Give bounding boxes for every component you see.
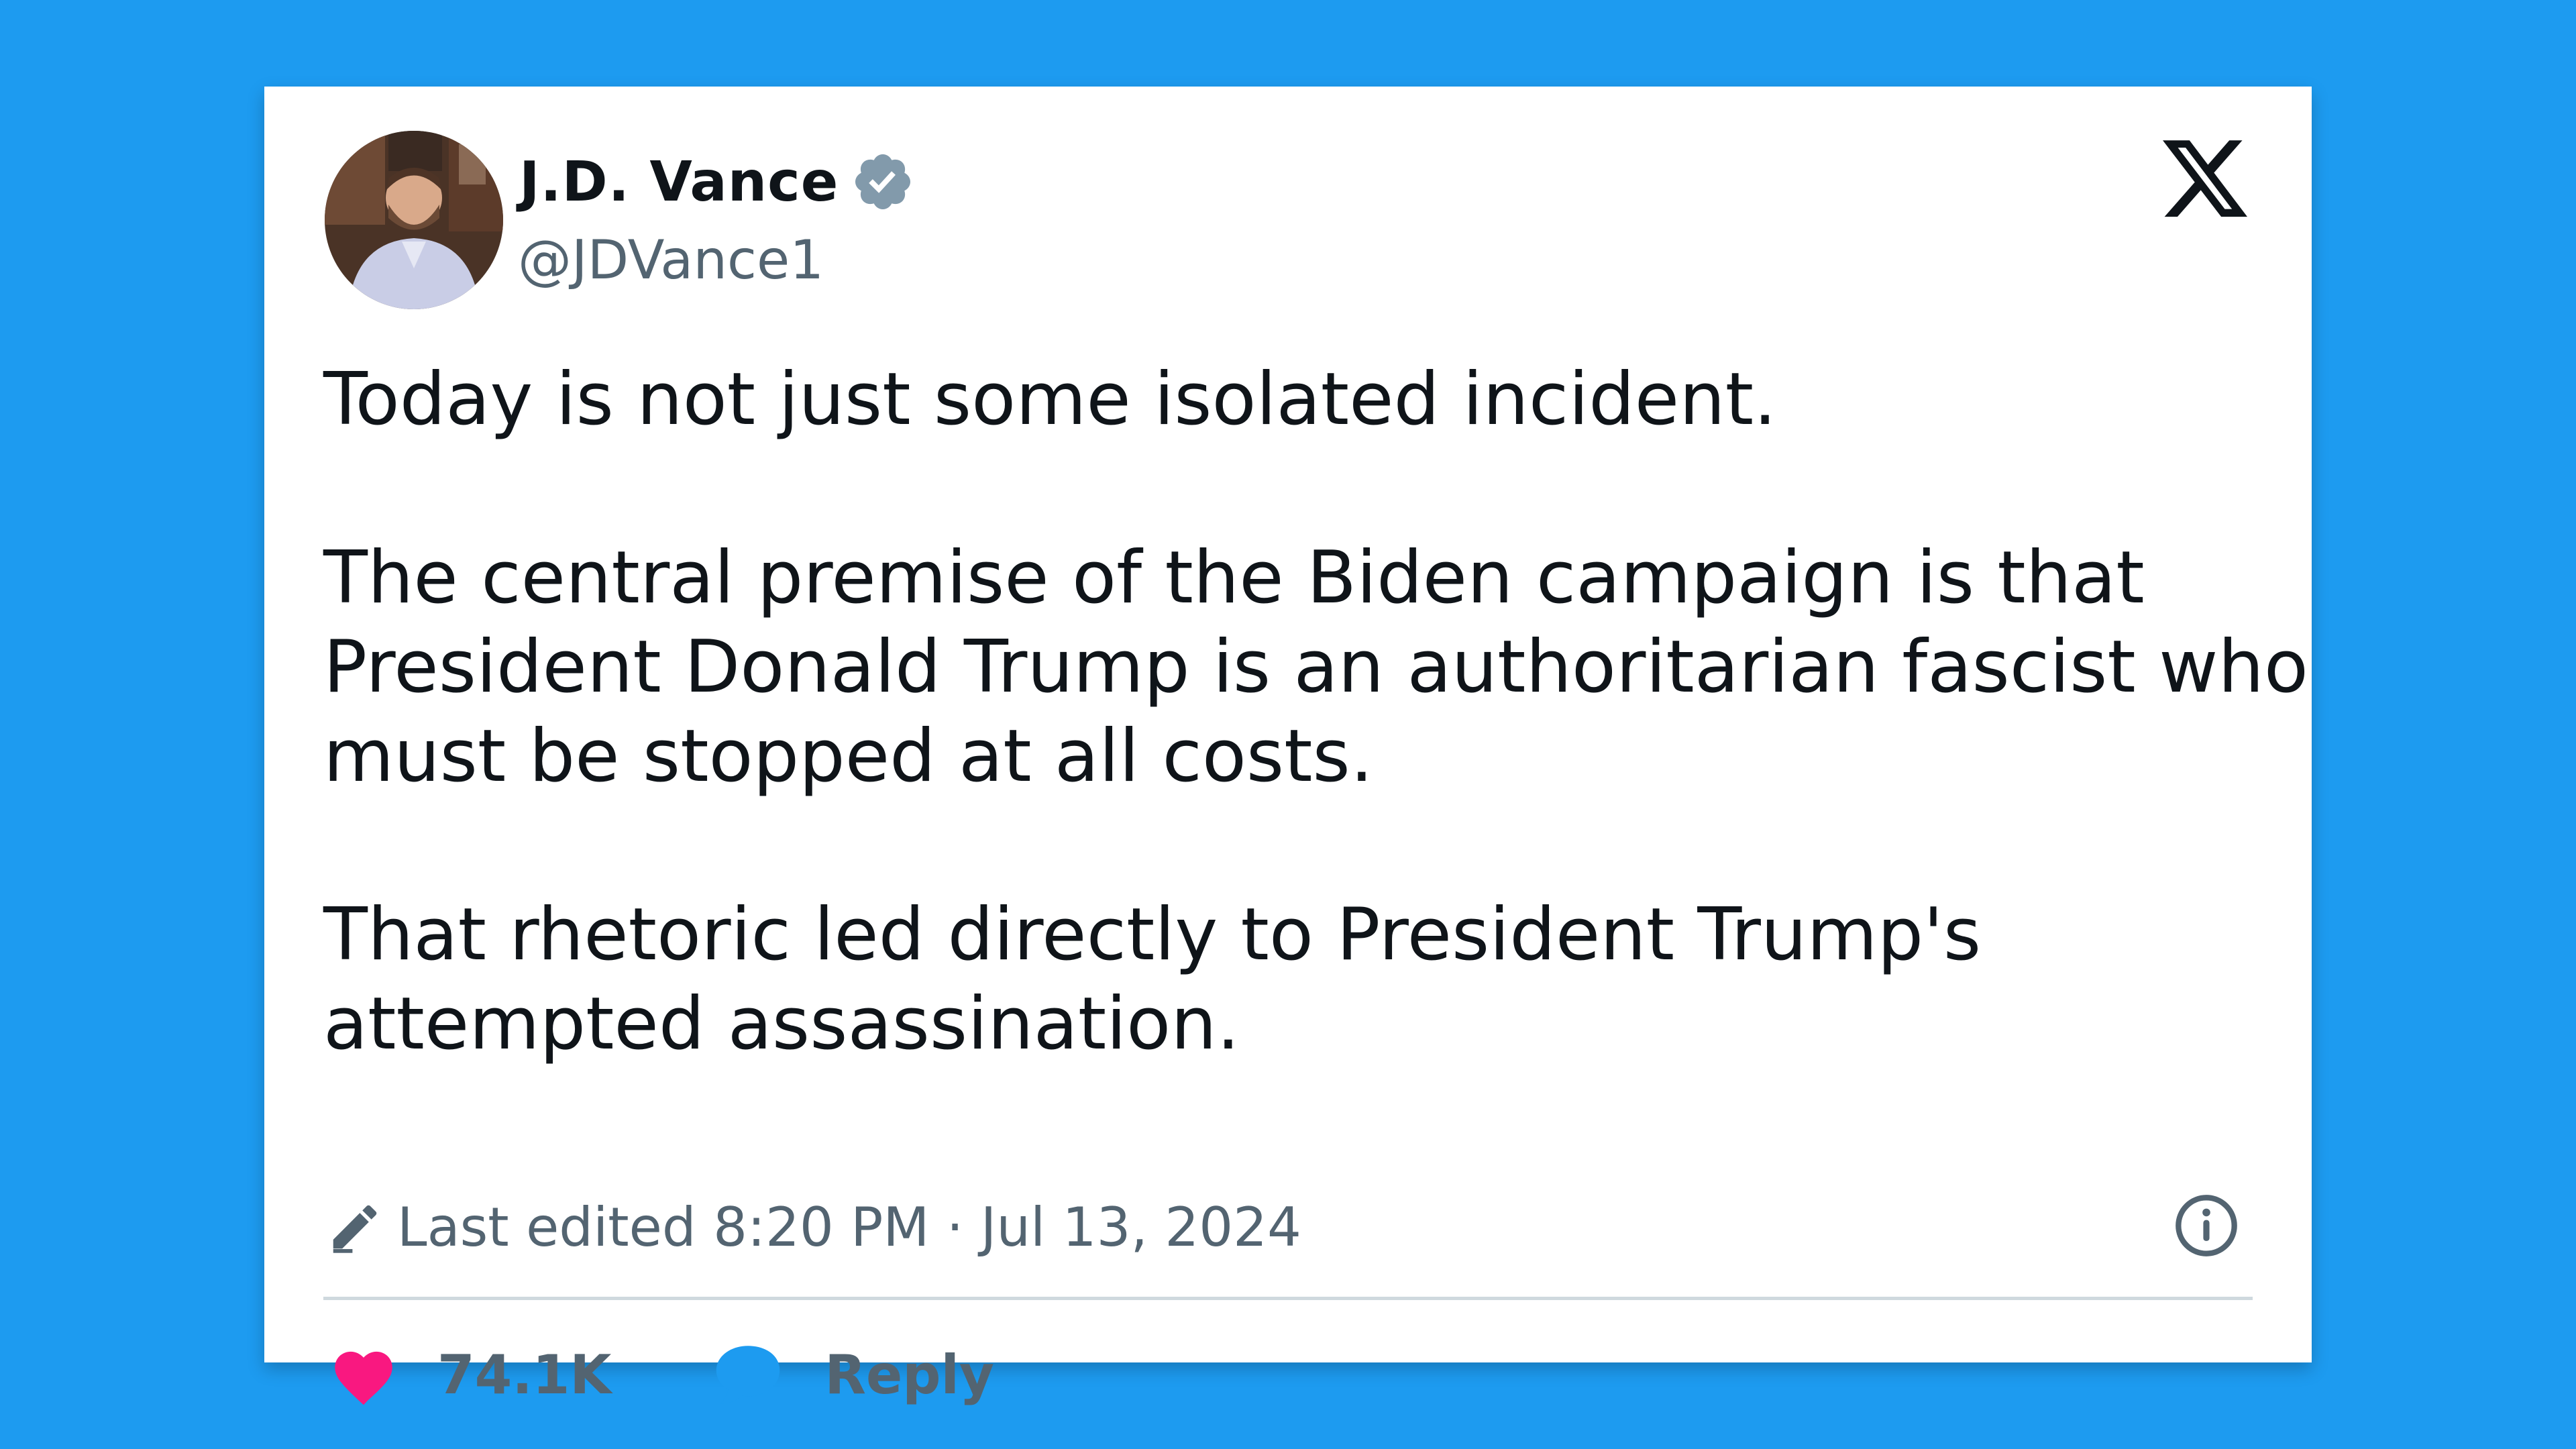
tweet-paragraph: Today is not just some isolated incident…	[323, 355, 2282, 444]
tweet-text: Today is not just some isolated incident…	[323, 355, 2308, 1069]
tweet-paragraph: That rhetoric led directly to President …	[323, 890, 2282, 1069]
tweet-line: The central premise of the Biden campaig…	[323, 536, 2145, 620]
tweet-paragraph: The central premise of the Biden campaig…	[323, 533, 2308, 801]
tweet-line: Today is not just some isolated incident…	[323, 358, 1777, 441]
like-count[interactable]: 74.1K	[437, 1344, 611, 1406]
tweet-line: attempted assassination.	[323, 982, 1240, 1066]
edited-timestamp[interactable]: Last edited 8:20 PM · Jul 13, 2024	[397, 1196, 1301, 1258]
reply-button[interactable]: Reply	[712, 1341, 994, 1408]
author-handle[interactable]: @JDVance1	[518, 229, 824, 291]
author-name[interactable]: J.D. Vance	[519, 150, 839, 214]
tweet-line: must be stopped at all costs.	[323, 714, 1374, 798]
tweet-card: J.D. Vance @JDVance1 Today is not just s…	[264, 87, 2312, 1406]
verified-badge-icon	[851, 150, 915, 214]
heart-icon[interactable]	[329, 1343, 398, 1406]
edited-timestamp-row[interactable]: Last edited 8:20 PM · Jul 13, 2024	[326, 1187, 1301, 1267]
speech-bubble-icon	[712, 1341, 784, 1408]
reply-label[interactable]: Reply	[824, 1344, 994, 1406]
tweet-line: That rhetoric led directly to President …	[323, 893, 1982, 977]
pencil-icon	[326, 1198, 384, 1256]
author-name-row: J.D. Vance	[519, 142, 915, 222]
avatar[interactable]	[325, 131, 503, 309]
divider	[323, 1297, 2253, 1300]
action-bar: 74.1K Reply	[329, 1334, 994, 1415]
x-logo-icon[interactable]	[2163, 140, 2247, 218]
info-icon[interactable]	[2173, 1192, 2240, 1259]
tweet-line: President Donald Trump is an authoritari…	[323, 625, 2308, 709]
